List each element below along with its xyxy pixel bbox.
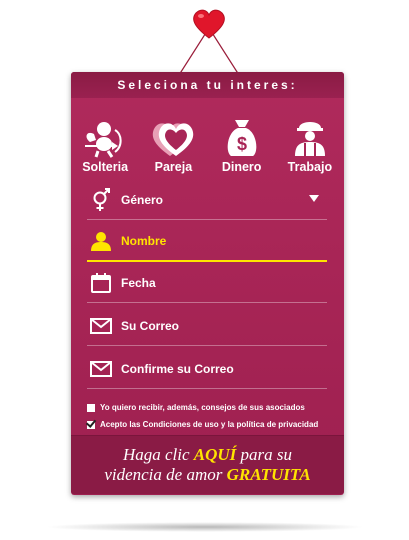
interest-label: Solteria (82, 160, 129, 174)
cta-line-2: videncia de amor GRATUITA (71, 465, 344, 485)
interest-solteria[interactable]: Solteria (72, 116, 138, 174)
name-label: Nombre (121, 234, 167, 248)
gender-select[interactable]: Género (87, 181, 327, 220)
cta-text: Haga clic (122, 445, 194, 464)
interest-options: Solteria Pareja $ Dinero Trabajo (71, 100, 344, 174)
user-icon (91, 232, 111, 251)
cta-text: para su (236, 445, 293, 464)
checkbox-label: Yo quiero recibir, además, consejos de s… (100, 403, 305, 412)
icon-wrap (87, 361, 115, 377)
email-confirm-label: Confirme su Correo (121, 362, 234, 376)
email-confirm-field[interactable]: Confirme su Correo (87, 350, 327, 389)
interest-dinero[interactable]: $ Dinero (209, 116, 275, 174)
card-title: Seleciona tu interes: (117, 78, 298, 92)
heart-icon (193, 9, 225, 39)
envelope-icon (90, 318, 112, 334)
submit-button[interactable]: Haga clic AQUÍ para su videncia de amor … (71, 435, 344, 494)
interest-pareja[interactable]: Pareja (140, 116, 206, 174)
hearts-icon (153, 123, 194, 156)
cta-highlight: AQUÍ (193, 445, 237, 464)
date-field[interactable]: Fecha (87, 264, 327, 303)
checkbox-terms[interactable]: Acepto las Condiciones de uso y la polít… (87, 416, 337, 433)
name-field[interactable]: Nombre (87, 222, 327, 262)
icon-wrap (87, 231, 115, 251)
interest-label: Pareja (154, 160, 193, 174)
svg-text:$: $ (237, 134, 247, 154)
gender-icon (93, 188, 110, 211)
envelope-icon (90, 361, 112, 377)
worker-icon (294, 122, 325, 156)
date-label: Fecha (121, 276, 156, 290)
money-bag-icon: $ (227, 120, 256, 156)
cta-line-1: Haga clic AQUÍ para su (71, 445, 344, 465)
cupid-icon (85, 122, 122, 158)
form-card: Seleciona tu interes: Solteria Pareja $ … (71, 72, 344, 495)
icon-wrap (87, 318, 115, 334)
card-shadow (45, 522, 365, 532)
consent-checkboxes: Yo quiero recibir, además, consejos de s… (87, 399, 337, 433)
chevron-down-icon (309, 195, 319, 202)
checkbox-box-checked[interactable] (87, 420, 95, 429)
interest-label: Trabajo (287, 160, 333, 174)
email-field[interactable]: Su Correo (87, 307, 327, 346)
interest-label: Dinero (221, 160, 262, 174)
calendar-icon (91, 273, 111, 293)
email-label: Su Correo (121, 319, 180, 333)
cta-text: videncia de amor (104, 465, 227, 484)
icon-wrap (87, 188, 115, 212)
cta-highlight: GRATUITA (226, 465, 311, 484)
checkbox-box[interactable] (87, 403, 95, 412)
checkbox-partners[interactable]: Yo quiero recibir, además, consejos de s… (87, 399, 337, 416)
gender-label: Género (121, 193, 164, 207)
interest-trabajo[interactable]: Trabajo (277, 116, 343, 174)
checkbox-label: Acepto las Condiciones de uso y la polít… (100, 420, 319, 429)
icon-wrap (87, 272, 115, 294)
